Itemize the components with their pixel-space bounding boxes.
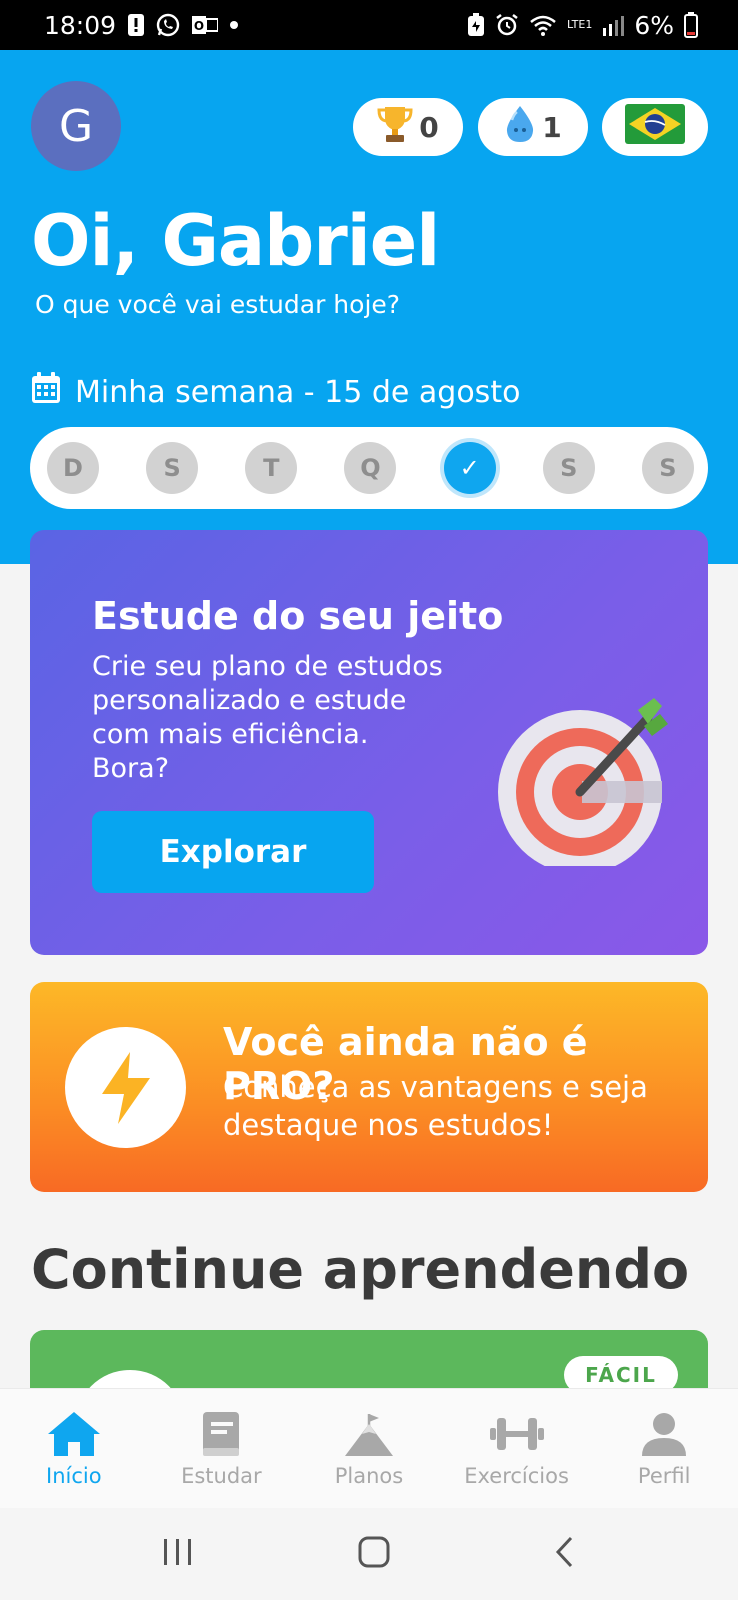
svg-text:O: O [194, 19, 204, 33]
signal-icon [602, 14, 625, 36]
study-card-title: Estude do seu jeito [92, 594, 504, 638]
day-monday[interactable]: S [146, 442, 199, 494]
status-bar: 18:09 O LTE1 6% [0, 0, 738, 50]
pro-card-description: Conheça as vantagens e seja destaque nos… [223, 1070, 648, 1142]
target-icon [498, 698, 668, 866]
book-icon [203, 1411, 240, 1456]
day-wednesday[interactable]: Q [344, 442, 397, 494]
brazil-flag-icon [625, 103, 685, 151]
nav-estudar[interactable]: Estudar [148, 1389, 296, 1508]
week-label-text: Minha semana - 15 de agosto [75, 374, 521, 410]
recent-apps-icon[interactable] [161, 1537, 195, 1571]
wifi-icon [529, 14, 557, 36]
day-friday[interactable]: S [542, 442, 595, 494]
trophy-icon [377, 104, 413, 151]
trophy-counter[interactable]: 0 [353, 98, 463, 156]
battery-icon [684, 12, 698, 38]
nav-inicio[interactable]: Início [0, 1389, 148, 1508]
bottom-navigation: Início Estudar Planos Exercícios Perfil [0, 1388, 738, 1508]
week-days: D S T Q ✓ S S [30, 427, 708, 509]
lightning-bolt-icon [101, 1051, 150, 1124]
water-drop-icon [504, 104, 536, 151]
whatsapp-icon [156, 13, 180, 37]
outlook-icon: O [192, 14, 219, 36]
home-header: G 0 1 Oi, Gabriel O que você vai estudar… [0, 50, 738, 564]
nav-label: Perfil [637, 1463, 691, 1488]
pro-promo-card[interactable]: Você ainda não é PRO? Conheça as vantage… [30, 982, 708, 1192]
day-saturday[interactable]: S [641, 442, 694, 494]
greeting-title: Oi, Gabriel [31, 200, 440, 282]
person-icon [642, 1412, 687, 1456]
day-thursday-check-icon[interactable]: ✓ [443, 442, 496, 494]
study-card-description: Crie seu plano de estudos personalizado … [92, 651, 443, 784]
week-label: Minha semana - 15 de agosto [31, 372, 520, 412]
nav-label: Exercícios [464, 1463, 569, 1488]
day-tuesday[interactable]: T [245, 442, 298, 494]
avatar[interactable]: G [31, 81, 121, 171]
home-button-icon[interactable] [357, 1535, 391, 1573]
home-icon [47, 1411, 100, 1456]
notification-dot-icon [230, 21, 239, 29]
explore-button[interactable]: Explorar [92, 811, 374, 893]
nav-exercicios[interactable]: Exercícios [443, 1389, 591, 1508]
alert-icon [128, 14, 145, 36]
drop-counter[interactable]: 1 [478, 98, 588, 156]
battery-percent: 6% [634, 10, 674, 40]
drop-count: 1 [542, 110, 562, 144]
alarm-icon [495, 13, 519, 37]
status-time: 18:09 [44, 10, 117, 40]
nav-label: Início [46, 1463, 102, 1488]
system-navigation [0, 1508, 738, 1600]
bolt-badge [65, 1027, 186, 1148]
trophy-count: 0 [419, 110, 439, 144]
battery-saver-icon [467, 13, 485, 37]
dumbbell-icon [489, 1417, 544, 1450]
continue-learning-heading: Continue aprendendo [31, 1238, 690, 1301]
back-icon[interactable] [553, 1535, 577, 1573]
mountain-icon [344, 1413, 393, 1456]
language-selector[interactable] [602, 98, 708, 156]
nav-perfil[interactable]: Perfil [590, 1389, 738, 1508]
lte-icon: LTE1 [567, 18, 593, 31]
day-sunday[interactable]: D [47, 442, 99, 494]
nav-label: Estudar [181, 1463, 262, 1488]
nav-planos[interactable]: Planos [295, 1389, 443, 1508]
greeting-subtitle: O que você vai estudar hoje? [35, 290, 401, 319]
study-plan-card[interactable]: Estude do seu jeito Crie seu plano de es… [30, 530, 708, 955]
nav-label: Planos [334, 1463, 404, 1488]
calendar-icon [31, 372, 61, 412]
